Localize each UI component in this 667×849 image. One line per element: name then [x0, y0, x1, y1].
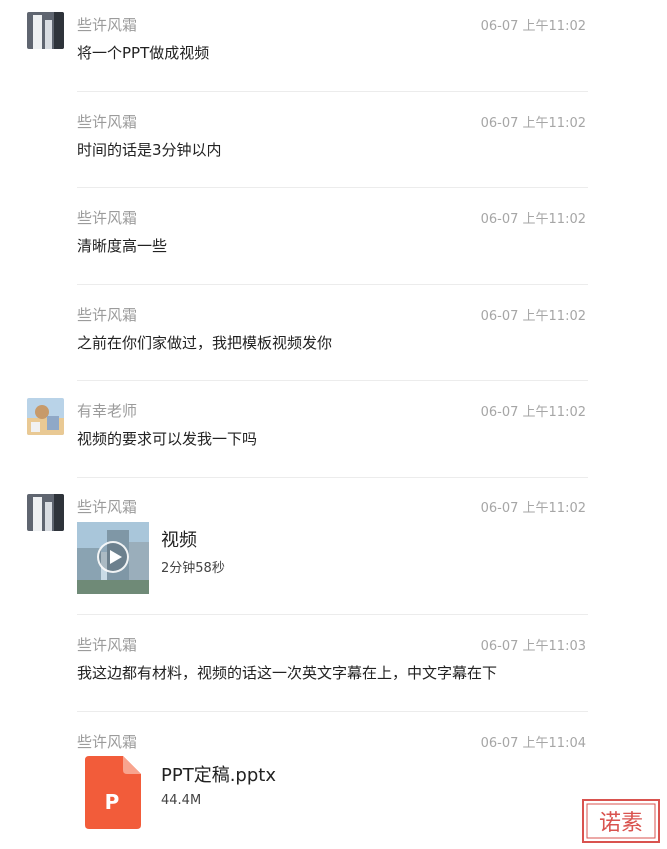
divider [77, 477, 588, 478]
timestamp: 06-07 上午11:02 [480, 309, 586, 324]
timestamp: 06-07 上午11:04 [480, 736, 586, 751]
divider [77, 91, 588, 92]
message-text[interactable]: 将一个PPT做成视频 [77, 42, 209, 63]
sender-name: 些许风霜 [77, 733, 138, 751]
watermark-stamp: 诺素 [582, 799, 660, 843]
divider [77, 614, 588, 615]
play-icon[interactable] [97, 541, 129, 573]
timestamp: 06-07 上午11:02 [480, 116, 586, 131]
sender-name: 些许风霜 [77, 306, 138, 324]
stamp-text: 诺素 [599, 811, 643, 836]
sender-name: 些许风霜 [77, 636, 138, 654]
message-text[interactable]: 之前在你们家做过，我把模板视频发你 [77, 332, 332, 353]
file-size: 44.4M [161, 793, 202, 808]
timestamp: 06-07 上午11:02 [480, 19, 586, 34]
timestamp: 06-07 上午11:02 [480, 212, 586, 227]
avatar[interactable] [27, 494, 64, 531]
avatar[interactable] [27, 398, 64, 435]
message-text[interactable]: 我这边都有材料，视频的话这一次英文字幕在上，中文字幕在下 [77, 662, 497, 683]
message-text[interactable]: 视频的要求可以发我一下吗 [77, 428, 257, 449]
divider [77, 711, 588, 712]
divider [77, 284, 588, 285]
file-name[interactable]: PPT定稿.pptx [161, 761, 276, 787]
sender-name: 些许风霜 [77, 209, 138, 227]
sender-name: 些许风霜 [77, 498, 138, 516]
sender-name: 些许风霜 [77, 16, 138, 34]
divider [77, 187, 588, 188]
sender-name: 些许风霜 [77, 113, 138, 131]
sender-name: 有幸老师 [77, 402, 138, 420]
avatar[interactable] [27, 12, 64, 49]
video-thumbnail[interactable] [77, 522, 149, 594]
message-text[interactable]: 时间的话是3分钟以内 [77, 139, 222, 160]
timestamp: 06-07 上午11:02 [480, 405, 586, 420]
message-text[interactable]: 清晰度高一些 [77, 235, 167, 256]
timestamp: 06-07 上午11:02 [480, 501, 586, 516]
video-duration: 2分钟58秒 [161, 561, 225, 576]
file-type-letter: P [105, 790, 120, 814]
pptx-file-icon[interactable]: P [85, 756, 141, 829]
video-title[interactable]: 视频 [161, 526, 197, 552]
divider [77, 380, 588, 381]
timestamp: 06-07 上午11:03 [480, 639, 586, 654]
